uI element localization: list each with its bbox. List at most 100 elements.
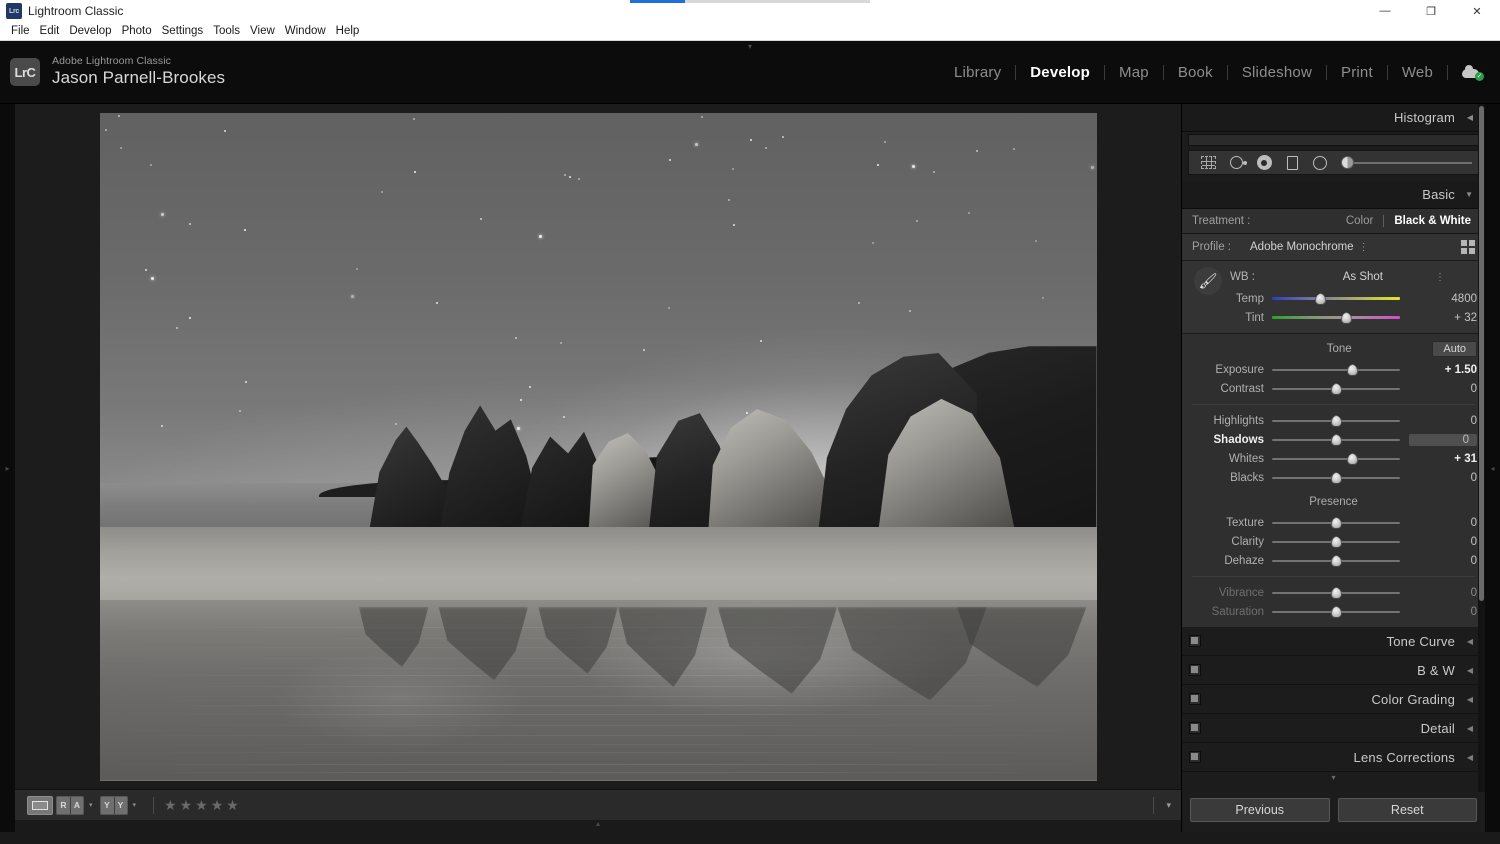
star-5[interactable]: ★ (226, 798, 239, 812)
color-grading-toggle-switch[interactable] (1189, 693, 1201, 705)
slider-blacks-handle[interactable] (1330, 471, 1342, 484)
slider-clarity-handle[interactable] (1330, 535, 1342, 548)
minimize-button[interactable]: — (1362, 0, 1408, 22)
slider-shadows-track[interactable] (1272, 433, 1400, 447)
slider-saturation-track[interactable] (1272, 605, 1400, 619)
menu-item-tools[interactable]: Tools (208, 22, 245, 41)
slider-vibrance-track[interactable] (1272, 586, 1400, 600)
slider-highlights-track[interactable] (1272, 414, 1400, 428)
histogram-collapse-icon[interactable]: ◀ (1467, 113, 1473, 122)
module-web[interactable]: Web (1388, 64, 1447, 81)
menu-item-photo[interactable]: Photo (117, 22, 157, 41)
right-panel-scroll-caret[interactable]: ▾ (1182, 772, 1485, 783)
detail-toggle-switch[interactable] (1189, 722, 1201, 734)
left-panel-toggle[interactable]: ▸ (0, 104, 15, 832)
loupe-view-icon[interactable] (27, 795, 53, 815)
panel-header-histogram[interactable]: Histogram ◀ (1182, 104, 1485, 132)
menu-item-view[interactable]: View (245, 22, 280, 41)
bw-toggle-switch[interactable] (1189, 664, 1201, 676)
module-develop[interactable]: Develop (1016, 64, 1104, 81)
slider-texture-value[interactable]: 0 (1431, 517, 1477, 529)
panel-header-tone-curve[interactable]: Tone Curve ◀ (1182, 627, 1485, 656)
module-library[interactable]: Library (940, 64, 1015, 81)
wb-dropdown-icon[interactable]: ⋮ (1435, 272, 1445, 283)
before-after-caret-icon[interactable]: ▾ (89, 801, 93, 809)
slider-tint-track[interactable] (1272, 311, 1400, 325)
linear-gradient-icon[interactable] (1279, 153, 1305, 172)
module-print[interactable]: Print (1327, 64, 1387, 81)
slider-blacks-track[interactable] (1272, 471, 1400, 485)
right-panel-toggle[interactable]: ◂ (1485, 104, 1500, 832)
split-view-icon[interactable]: Y Y (99, 795, 128, 815)
slider-texture-handle[interactable] (1330, 516, 1342, 529)
cloud-sync-icon[interactable]: ✓ (1462, 64, 1484, 81)
identity-plate[interactable]: LrC Adobe Lightroom Classic Jason Parnel… (0, 55, 225, 89)
menu-item-develop[interactable]: Develop (64, 22, 116, 41)
slider-contrast-track[interactable] (1272, 382, 1400, 396)
slider-exposure-track[interactable] (1272, 363, 1400, 377)
close-button[interactable]: ✕ (1454, 0, 1500, 22)
module-book[interactable]: Book (1164, 64, 1227, 81)
slider-vibrance-value[interactable]: 0 (1431, 587, 1477, 599)
profile-browser-icon[interactable] (1461, 240, 1475, 254)
slider-vibrance-handle[interactable] (1330, 586, 1342, 599)
top-panel-caret[interactable]: ▾ (748, 42, 752, 51)
menu-item-help[interactable]: Help (331, 22, 365, 41)
slider-clarity-value[interactable]: 0 (1431, 536, 1477, 548)
slider-contrast-value[interactable]: 0 (1431, 383, 1477, 395)
slider-exposure-handle[interactable] (1347, 363, 1359, 376)
lens-corrections-collapse-icon[interactable]: ◀ (1467, 753, 1473, 762)
slider-saturation-value[interactable]: 0 (1431, 606, 1477, 618)
module-map[interactable]: Map (1105, 64, 1163, 81)
split-view-caret-icon[interactable]: ▾ (133, 801, 137, 809)
slider-shadows-handle[interactable] (1330, 433, 1342, 446)
menu-item-edit[interactable]: Edit (35, 22, 65, 41)
slider-highlights-handle[interactable] (1330, 414, 1342, 427)
slider-dehaze-track[interactable] (1272, 554, 1400, 568)
photo-stage[interactable] (15, 104, 1181, 789)
masking-icon[interactable] (1251, 153, 1277, 172)
basic-expand-icon[interactable]: ▼ (1465, 190, 1473, 199)
slider-temp-value[interactable]: 4800 (1431, 293, 1477, 305)
tool-amount-slider[interactable] (1341, 156, 1472, 169)
before-after-icon[interactable]: R A (56, 795, 84, 815)
tone-curve-toggle-switch[interactable] (1189, 635, 1201, 647)
lens-corrections-toggle-switch[interactable] (1189, 751, 1201, 763)
previous-button[interactable]: Previous (1190, 798, 1330, 822)
right-panel-scrollbar[interactable] (1478, 104, 1485, 792)
panel-header-basic[interactable]: Basic ▼ (1182, 181, 1485, 209)
slider-whites-handle[interactable] (1347, 452, 1359, 465)
slider-whites-track[interactable] (1272, 452, 1400, 466)
tone-curve-collapse-icon[interactable]: ◀ (1467, 637, 1473, 646)
treatment-option-color[interactable]: Color (1342, 215, 1377, 227)
toolbar-options-chevron-icon[interactable]: ▾ (1166, 800, 1171, 811)
profile-dropdown-icon[interactable]: ⋮ (1359, 242, 1369, 253)
spot-removal-icon[interactable] (1223, 153, 1249, 172)
slider-saturation-handle[interactable] (1330, 605, 1342, 618)
slider-exposure-value[interactable]: + 1.50 (1431, 364, 1477, 376)
slider-dehaze-value[interactable]: 0 (1431, 555, 1477, 567)
profile-value[interactable]: Adobe Monochrome (1250, 241, 1354, 253)
photo-preview[interactable] (99, 112, 1097, 781)
slider-dehaze-handle[interactable] (1330, 554, 1342, 567)
filmstrip-caret-icon[interactable]: ▴ (596, 819, 600, 828)
treatment-option-black-and-white[interactable]: Black & White (1390, 215, 1475, 227)
star-rating[interactable]: ★ ★ ★ ★ ★ (164, 798, 239, 812)
slider-shadows-value[interactable]: 0 (1409, 433, 1477, 446)
slider-texture-track[interactable] (1272, 516, 1400, 530)
crop-overlay-icon[interactable] (1195, 153, 1221, 172)
panel-header-lens-corrections[interactable]: Lens Corrections ◀ (1182, 743, 1485, 772)
slider-highlights-value[interactable]: 0 (1431, 415, 1477, 427)
slider-whites-value[interactable]: + 31 (1431, 453, 1477, 465)
wb-value[interactable]: As Shot (1343, 271, 1383, 283)
menu-item-file[interactable]: File (6, 22, 35, 41)
star-3[interactable]: ★ (195, 798, 208, 812)
menu-item-settings[interactable]: Settings (157, 22, 209, 41)
slider-contrast-handle[interactable] (1330, 382, 1342, 395)
slider-tint-handle[interactable] (1340, 311, 1352, 324)
slider-temp-handle[interactable] (1315, 292, 1327, 305)
panel-header-bw[interactable]: B & W ◀ (1182, 656, 1485, 685)
histogram-graph[interactable] (1188, 134, 1479, 146)
star-2[interactable]: ★ (180, 798, 193, 812)
slider-blacks-value[interactable]: 0 (1431, 472, 1477, 484)
